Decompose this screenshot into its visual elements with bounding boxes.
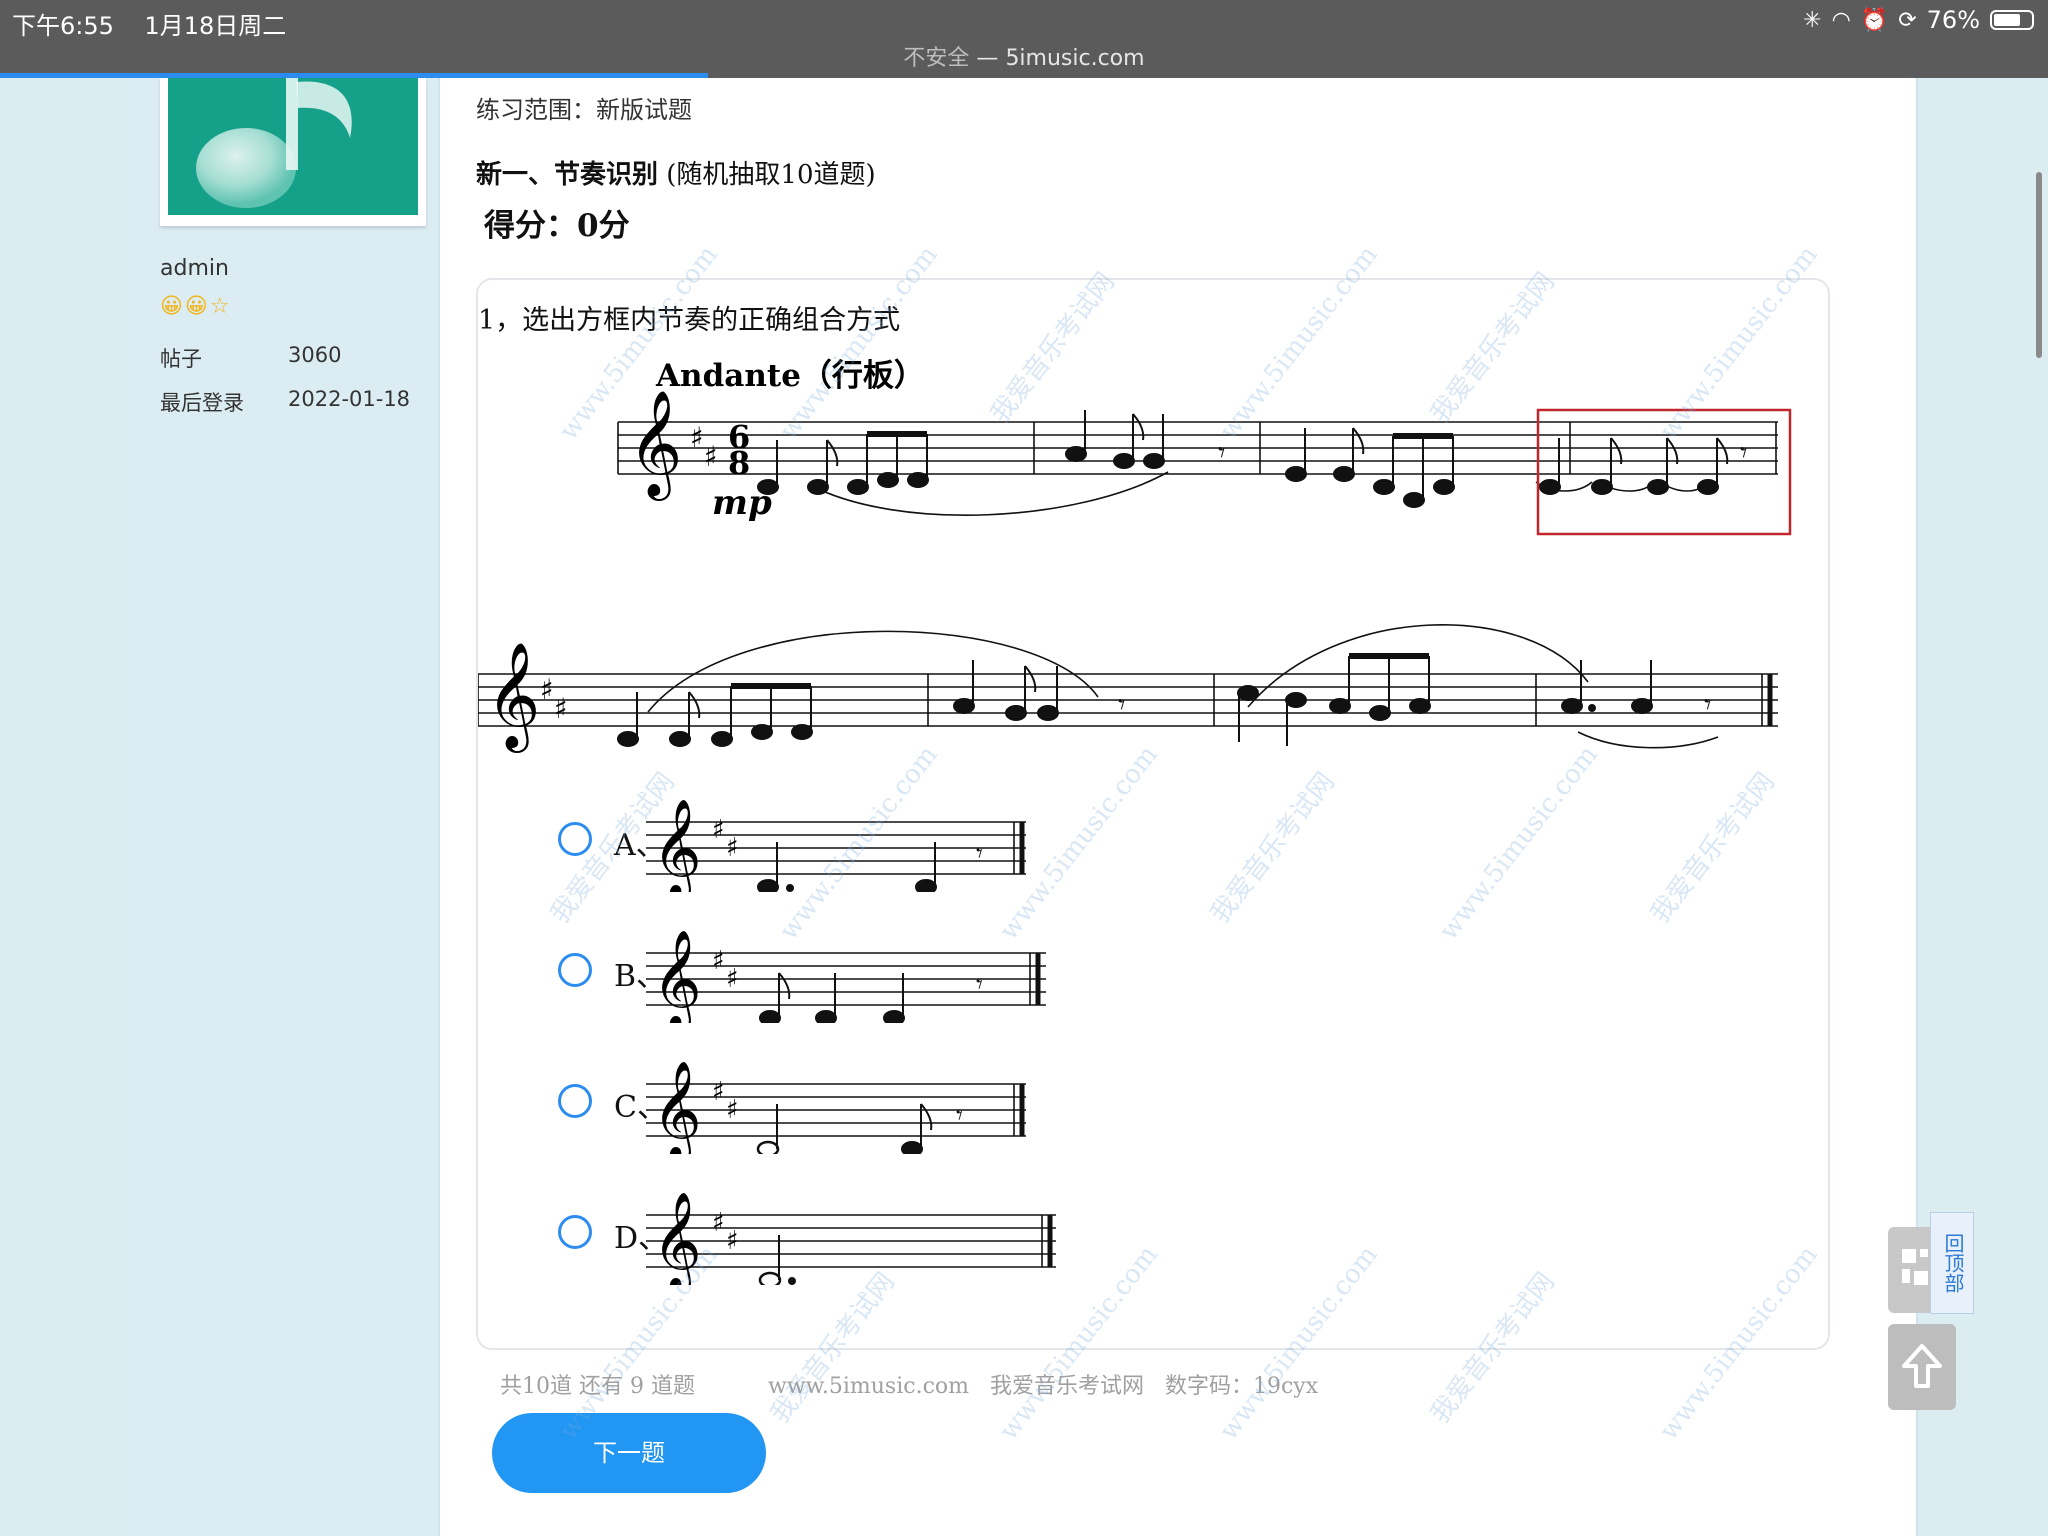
treble-clef-icon: 𝄞 — [652, 1191, 702, 1285]
notes-system-1: 𝄾 𝄾 — [757, 410, 1747, 508]
sharp-icon: ♯ — [726, 1226, 739, 1256]
sharp-icon: ♯ — [712, 815, 725, 845]
svg-text:𝄾: 𝄾 — [1118, 688, 1125, 721]
last-login-label: 最后登录 — [160, 391, 244, 415]
sharp-icon: ♯ — [712, 1077, 725, 1107]
option-c-radio[interactable] — [558, 1084, 592, 1118]
option-a-score-image: 𝄞 ♯ ♯ 𝄾 — [646, 798, 1026, 892]
last-login-value: 2022-01-18 — [288, 387, 411, 411]
status-time-date: 下午6:55 1月18日周二 — [12, 6, 286, 41]
username[interactable]: admin — [160, 256, 229, 281]
rhythm-highlight-box — [1536, 408, 1792, 536]
svg-text:𝄾: 𝄾 — [1704, 688, 1711, 721]
arrow-up-icon — [1902, 1344, 1942, 1388]
user-sidebar: admin 😀😀☆ 帖子 3060 最后登录 2022-01-18 — [130, 78, 440, 1536]
footer-site: www.5imusic.com — [767, 1374, 969, 1399]
battery-icon — [1990, 10, 2034, 30]
option-b-score-image: 𝄞 ♯ ♯ 𝄾 — [646, 929, 1046, 1023]
avatar-frame — [160, 78, 426, 226]
next-question-button[interactable]: 下一题 — [492, 1413, 766, 1493]
time-signature-bottom: 8 — [728, 444, 750, 482]
status-icons: ✳ ◠ ⏰ ⟳ 76% — [1803, 6, 2034, 34]
music-note-logo-icon — [196, 78, 352, 208]
treble-clef-icon: 𝄞 — [486, 641, 540, 753]
sharp-icon: ♯ — [726, 1095, 739, 1125]
orientation-lock-icon: ⟳ — [1898, 7, 1917, 33]
question-text: 1，选出方框内节奏的正确组合方式 — [478, 305, 901, 336]
svg-text:𝄾: 𝄾 — [1740, 436, 1747, 469]
sharp-icon: ♯ — [704, 440, 718, 473]
posts-value: 3060 — [288, 343, 342, 367]
svg-text:𝄾: 𝄾 — [956, 1101, 963, 1131]
insecure-label: 不安全 — [903, 46, 970, 71]
question-card: 1，选出方框内节奏的正确组合方式 𝄞 𝄞 ♯ ♯ ♯ ♯ Andante（行板）… — [476, 278, 1830, 1350]
sharp-icon: ♯ — [712, 946, 725, 976]
notes-system-2: 𝄾 𝄾 — [617, 653, 1711, 747]
treble-clef-icon: 𝄞 — [652, 798, 702, 892]
option-d-radio[interactable] — [558, 1215, 592, 1249]
option-a-radio[interactable] — [558, 822, 592, 856]
section-title-bold: 新一、节奏识别 — [476, 160, 659, 190]
sharp-icon: ♯ — [540, 673, 554, 706]
option-d-score-image: 𝄞 ♯ ♯ — [646, 1191, 1056, 1285]
treble-clef-icon: 𝄞 — [652, 929, 702, 1023]
status-date: 1月18日周二 — [144, 12, 287, 40]
back-to-top-label: 回顶部 — [1941, 1233, 1965, 1293]
avatar[interactable] — [168, 78, 418, 215]
tempo-marking: Andante（行板） — [655, 358, 925, 394]
page-left-margin — [0, 78, 130, 1536]
svg-text:𝄾: 𝄾 — [976, 839, 983, 869]
main-content: 练习范围：新版试题 新一、节奏识别 (随机抽取10道题) 得分：0分 1，选出方… — [440, 78, 1916, 1536]
option-c-score-image: 𝄞 ♯ ♯ 𝄾 — [646, 1060, 1026, 1154]
back-to-top-tab[interactable]: 回顶部 — [1930, 1212, 1974, 1314]
sharp-icon: ♯ — [726, 833, 739, 863]
treble-clef-icon: 𝄞 — [628, 389, 682, 501]
footer-site-name: 我爱音乐考试网 — [989, 1374, 1144, 1399]
music-score-image: 𝄞 𝄞 ♯ ♯ ♯ ♯ Andante（行板） 6 8 mp 𝄾 𝄾 𝄾 𝄾 — [478, 358, 1792, 753]
loading-spinner-icon: ✳ — [1803, 7, 1822, 33]
scrollbar-thumb[interactable] — [2036, 172, 2042, 358]
battery-percent: 76% — [1926, 6, 1980, 34]
url-domain: 5imusic.com — [1005, 46, 1145, 71]
address-bar[interactable]: 不安全 — 5imusic.com — [0, 40, 2048, 72]
status-time: 下午6:55 — [12, 12, 114, 40]
posts-label: 帖子 — [160, 347, 202, 371]
sharp-icon: ♯ — [690, 421, 704, 454]
svg-text:𝄾: 𝄾 — [976, 970, 983, 1000]
page-right-margin — [1916, 78, 2048, 1536]
posts-row: 帖子 3060 — [160, 343, 341, 373]
section-title: 新一、节奏识别 (随机抽取10道题) — [476, 154, 876, 191]
browser-status-bar: 下午6:55 1月18日周二 ✳ ◠ ⏰ ⟳ 76% 不安全 — 5imusic… — [0, 0, 2048, 78]
user-rank-icons: 😀😀☆ — [160, 294, 232, 319]
sharp-icon: ♯ — [554, 692, 568, 725]
last-login-row: 最后登录 2022-01-18 — [160, 387, 410, 417]
sharp-icon: ♯ — [712, 1208, 725, 1238]
section-title-rest: (随机抽取10道题) — [658, 160, 876, 190]
practice-range: 练习范围：新版试题 — [476, 96, 692, 124]
wifi-icon: ◠ — [1831, 7, 1851, 33]
treble-clef-icon: 𝄞 — [652, 1060, 702, 1154]
url-separator: — — [969, 46, 1006, 71]
sharp-icon: ♯ — [726, 964, 739, 994]
footer-code: 数字码：19cyx — [1164, 1374, 1319, 1399]
alarm-icon: ⏰ — [1860, 7, 1889, 33]
svg-text:𝄾: 𝄾 — [1218, 436, 1225, 469]
option-b-radio[interactable] — [558, 953, 592, 987]
score-display: 得分：0分 — [484, 208, 630, 244]
question-footer: 共10道 还有 9 道题 www.5imusic.com 我爱音乐考试网 数字码… — [500, 1368, 1318, 1400]
question-count: 共10道 还有 9 道题 — [500, 1374, 695, 1399]
scroll-up-button[interactable] — [1888, 1324, 1956, 1410]
